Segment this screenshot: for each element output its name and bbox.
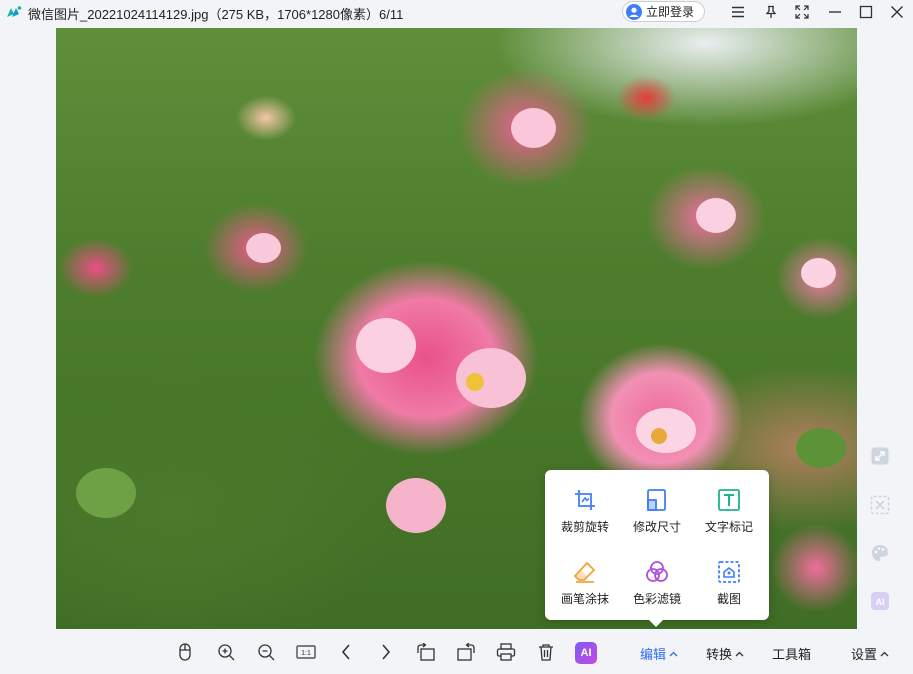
eraser-icon	[573, 561, 596, 583]
zoom-in-icon[interactable]	[215, 641, 237, 663]
screenshot-label: 截图	[716, 592, 741, 606]
pin-icon[interactable]	[762, 3, 780, 21]
leaf	[796, 428, 846, 468]
next-image-icon[interactable]	[375, 641, 397, 663]
crop-rotate-icon	[575, 490, 595, 510]
rose-highlight	[801, 258, 836, 288]
login-button[interactable]: 立即登录	[622, 1, 705, 22]
convert-menu-button[interactable]: 转换	[706, 644, 744, 663]
fullscreen-icon[interactable]	[793, 3, 811, 21]
toolbox-menu-label: 工具箱	[772, 647, 812, 662]
scan-icon[interactable]	[868, 493, 892, 517]
convert-menu-label: 转换	[706, 647, 733, 662]
screenshot-icon	[718, 561, 740, 583]
edit-menu-button[interactable]: 编辑	[640, 644, 678, 663]
login-label: 立即登录	[646, 5, 695, 19]
screenshot-button[interactable]: 截图	[693, 560, 765, 620]
fit-screen-icon[interactable]	[868, 444, 892, 468]
mouse-icon[interactable]	[174, 641, 196, 663]
ai-side-icon[interactable]: AI	[868, 589, 892, 613]
edit-menu-panel: 裁剪旋转 修改尺寸 文字标记 画笔涂抹 色彩滤镜 截图	[545, 470, 769, 627]
eraser-button[interactable]: 画笔涂抹	[549, 560, 621, 620]
resize-icon	[647, 489, 666, 511]
rose-stamen	[651, 428, 667, 444]
color-filter-icon	[646, 561, 668, 582]
crop-rotate-button[interactable]: 裁剪旋转	[549, 488, 621, 548]
minimize-icon[interactable]	[826, 3, 844, 21]
close-icon[interactable]	[888, 3, 906, 21]
ai-button[interactable]: AI	[575, 642, 597, 664]
settings-menu-button[interactable]: 设置	[851, 644, 889, 663]
menu-icon[interactable]	[729, 3, 747, 21]
crop-rotate-label: 裁剪旋转	[560, 520, 609, 534]
chevron-up-icon	[669, 651, 678, 656]
svg-text:1:1: 1:1	[301, 650, 311, 657]
rose-highlight	[696, 198, 736, 233]
rose-highlight	[636, 408, 696, 453]
rose-highlight	[356, 318, 416, 373]
previous-image-icon[interactable]	[335, 641, 357, 663]
resize-button[interactable]: 修改尺寸	[621, 488, 693, 548]
settings-menu-label: 设置	[851, 647, 878, 662]
maximize-icon[interactable]	[857, 3, 875, 21]
eraser-label: 画笔涂抹	[560, 592, 609, 606]
zoom-out-icon[interactable]	[255, 641, 277, 663]
text-mark-button[interactable]: 文字标记	[693, 488, 765, 548]
title-bar: 微信图片_20221024114129.jpg（275 KB，1706*1280…	[0, 0, 913, 24]
svg-text:AI: AI	[876, 597, 885, 607]
rose-stamen	[466, 373, 484, 391]
bottom-toolbar: 1:1 AI 编辑 转换 工具箱 设置	[0, 629, 913, 674]
color-filter-button[interactable]: 色彩滤镜	[621, 560, 693, 620]
rose-highlight	[511, 108, 556, 148]
print-icon[interactable]	[495, 641, 517, 663]
actual-size-icon[interactable]: 1:1	[295, 641, 317, 663]
text-mark-label: 文字标记	[704, 520, 753, 534]
user-avatar-icon	[626, 3, 642, 20]
delete-icon[interactable]	[535, 641, 557, 663]
color-filter-label: 色彩滤镜	[632, 592, 681, 606]
toolbox-menu-button[interactable]: 工具箱	[772, 644, 811, 663]
edit-menu-label: 编辑	[640, 647, 667, 662]
app-logo-icon	[7, 6, 22, 17]
resize-label: 修改尺寸	[632, 520, 681, 534]
text-mark-icon	[718, 489, 740, 511]
rotate-left-icon[interactable]	[415, 641, 437, 663]
rotate-right-icon[interactable]	[455, 641, 477, 663]
window-title: 微信图片_20221024114129.jpg（275 KB，1706*1280…	[28, 7, 404, 22]
image-viewer-window: 微信图片_20221024114129.jpg（275 KB，1706*1280…	[0, 0, 913, 674]
chevron-up-icon	[735, 651, 744, 656]
chevron-up-icon	[880, 651, 889, 656]
leaf	[76, 468, 136, 518]
rose-highlight	[386, 478, 446, 533]
palette-icon[interactable]	[868, 541, 892, 565]
rose-highlight	[246, 233, 281, 263]
